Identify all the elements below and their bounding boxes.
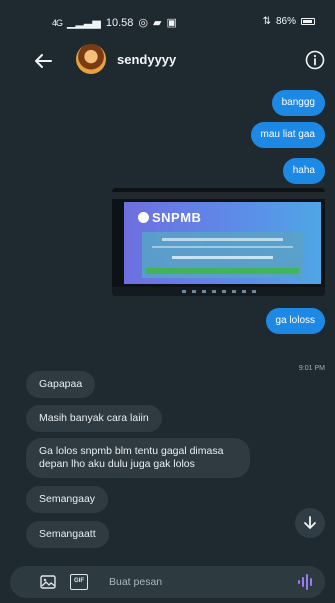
chat-header: sendyyyy bbox=[0, 44, 335, 84]
status-clock: 10.58 bbox=[105, 16, 134, 29]
received-message[interactable]: Semangaay bbox=[26, 486, 109, 513]
calendar-notification-icon: ▣ bbox=[166, 17, 177, 29]
gif-icon[interactable]: GIF bbox=[70, 574, 88, 590]
scroll-down-button[interactable] bbox=[295, 508, 325, 538]
snpmb-logo-icon bbox=[138, 212, 149, 223]
received-message[interactable]: Masih banyak cara laiin bbox=[26, 405, 162, 432]
cell-bars-icon: ▁▂▃▅ bbox=[67, 17, 101, 29]
battery-percent: 86% bbox=[275, 16, 296, 27]
image-attachment[interactable]: SNPMB bbox=[112, 188, 325, 296]
sent-message[interactable]: banggg bbox=[271, 90, 325, 116]
browser-tab-bar bbox=[112, 192, 325, 199]
status-bar: 4G ▁▂▃▅ 10.58 ◎ ▰ ▣ ⇅ 86% bbox=[0, 0, 335, 40]
battery-icon bbox=[301, 18, 315, 25]
image-icon[interactable] bbox=[40, 574, 56, 590]
sent-message[interactable]: mau liat gaa bbox=[250, 122, 325, 148]
result-bar bbox=[146, 268, 299, 274]
message-composer: GIF Buat pesan bbox=[10, 566, 325, 598]
signal-icon: 4G bbox=[52, 17, 63, 28]
announcement-card bbox=[142, 232, 303, 278]
message-timestamp: 9:01 PM bbox=[298, 365, 325, 372]
taskbar bbox=[112, 287, 325, 296]
snpmb-logo: SNPMB bbox=[138, 210, 201, 225]
sent-message[interactable]: ga loloss bbox=[265, 308, 325, 334]
back-arrow-icon[interactable] bbox=[32, 50, 54, 72]
sent-message[interactable]: haha bbox=[282, 158, 325, 184]
snpmb-page-preview: SNPMB bbox=[124, 202, 321, 284]
contact-avatar[interactable] bbox=[76, 44, 106, 74]
received-message[interactable]: Semangaatt bbox=[26, 521, 109, 548]
chat-screen: 4G ▁▂▃▅ 10.58 ◎ ▰ ▣ ⇅ 86% sendyyyy bangg… bbox=[0, 0, 335, 603]
info-icon[interactable] bbox=[305, 50, 325, 70]
received-message[interactable]: Gapapaa bbox=[26, 371, 96, 398]
received-message[interactable]: Ga lolos snpmb blm tentu gagal dimasa de… bbox=[26, 438, 250, 478]
voice-input-icon[interactable] bbox=[297, 574, 315, 590]
wifi-icon: ⇅ bbox=[262, 16, 271, 27]
contact-name[interactable]: sendyyyy bbox=[117, 52, 176, 67]
message-notification-icon: ▰ bbox=[153, 17, 162, 29]
message-input[interactable]: Buat pesan bbox=[109, 576, 162, 588]
whatsapp-notification-icon: ◎ bbox=[138, 17, 148, 29]
arrow-down-icon bbox=[304, 516, 316, 529]
